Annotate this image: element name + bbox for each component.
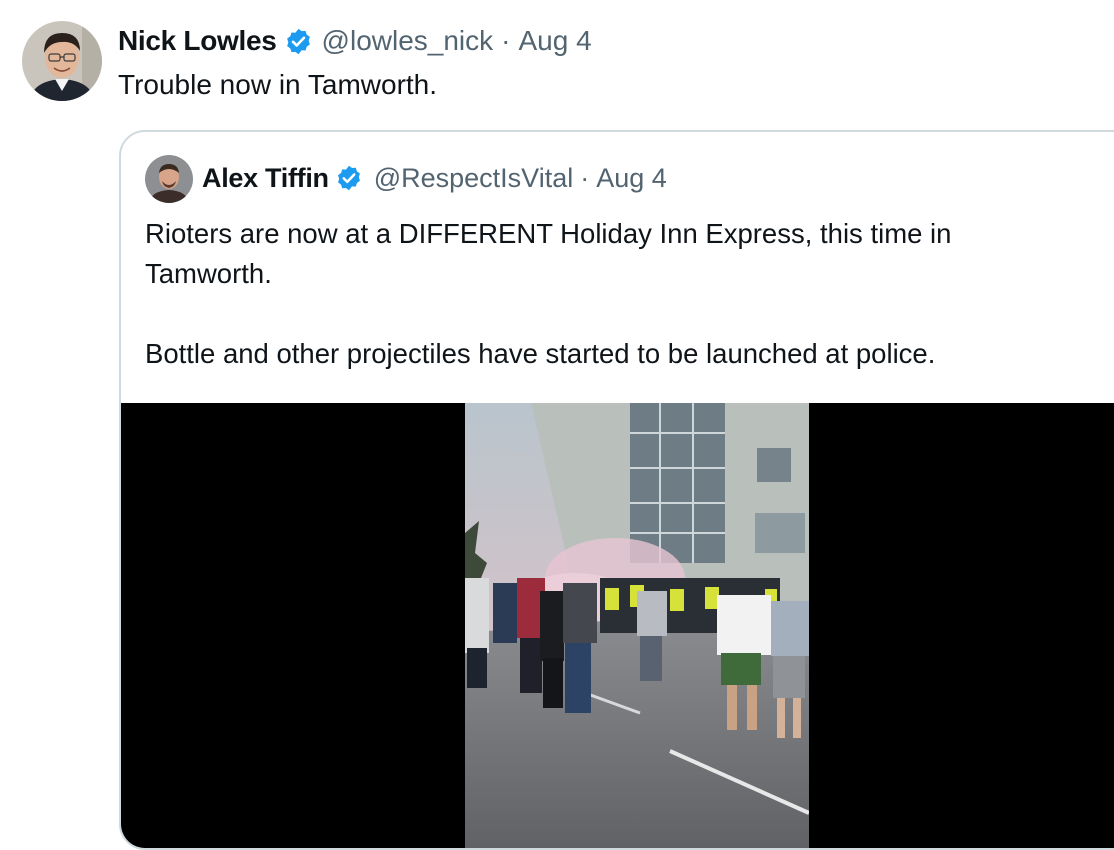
tweet-header: Nick Lowles @lowles_nick · Aug 4 xyxy=(118,24,592,58)
quoted-text-line: Tamworth. xyxy=(145,258,272,289)
author-name[interactable]: Nick Lowles xyxy=(118,25,277,57)
quoted-text-line: Bottle and other projectiles have starte… xyxy=(145,338,936,369)
author-avatar[interactable] xyxy=(22,21,102,101)
header-separator: · xyxy=(501,25,511,56)
quoted-avatar-photo-icon xyxy=(145,155,193,203)
tweet: Nick Lowles @lowles_nick · Aug 4 Trouble… xyxy=(0,0,1114,850)
tweet-date[interactable]: Aug 4 xyxy=(518,25,591,57)
verified-badge-icon xyxy=(284,27,313,56)
quoted-tweet-date[interactable]: Aug 4 xyxy=(596,163,667,194)
quoted-author-name[interactable]: Alex Tiffin xyxy=(202,163,329,194)
quoted-text-line: Rioters are now at a DIFFERENT Holiday I… xyxy=(145,218,952,249)
verified-badge-icon xyxy=(335,164,363,192)
avatar-photo-icon xyxy=(22,21,102,101)
quoted-header-separator: · xyxy=(580,162,590,193)
quoted-media-container[interactable] xyxy=(121,403,1114,848)
video-thumbnail[interactable] xyxy=(465,403,809,848)
quoted-tweet-card[interactable]: Alex Tiffin @RespectIsVital · Aug 4 Riot… xyxy=(119,130,1114,850)
quoted-author-avatar[interactable] xyxy=(145,155,193,203)
video-thumbnail-icon xyxy=(465,403,809,848)
author-handle[interactable]: @lowles_nick xyxy=(322,25,494,57)
quoted-tweet-text: Rioters are now at a DIFFERENT Holiday I… xyxy=(145,214,1085,374)
quoted-tweet-header: Alex Tiffin @RespectIsVital · Aug 4 xyxy=(202,161,667,195)
tweet-text: Trouble now in Tamworth. xyxy=(118,69,438,100)
quoted-author-handle[interactable]: @RespectIsVital xyxy=(374,163,574,194)
